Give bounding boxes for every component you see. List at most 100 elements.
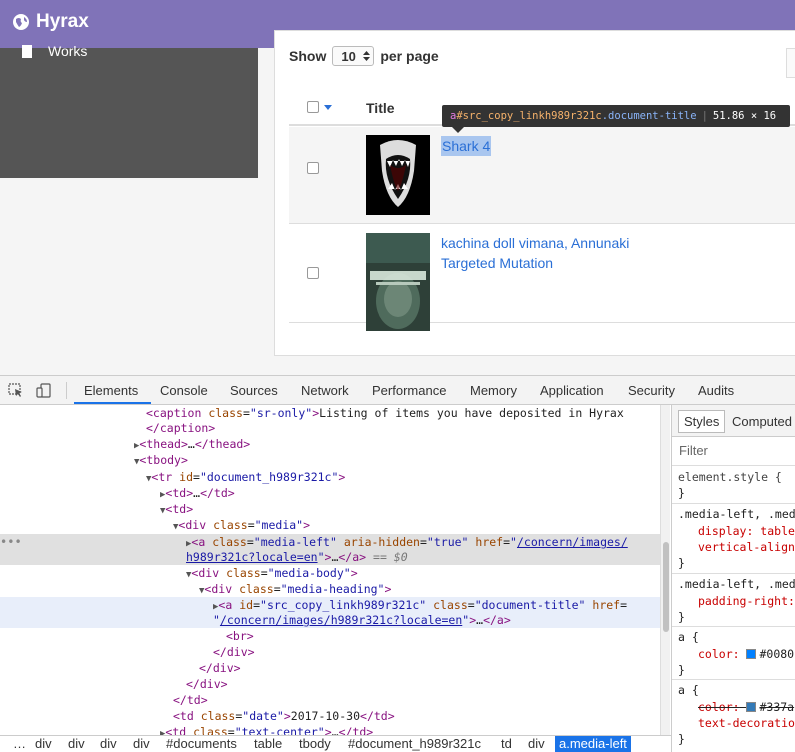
dom-node-line[interactable]: </caption> [0,420,660,436]
select-menu-caret-icon[interactable] [324,105,332,110]
breadcrumb-item[interactable]: tbody [299,736,331,752]
style-rule-selector[interactable]: element.style { [678,469,782,485]
style-rule-selector[interactable]: a { [678,682,699,698]
dom-node-line[interactable]: </td> [0,692,660,708]
tab-application[interactable]: Application [540,383,604,398]
style-property[interactable]: color: #0080 [698,646,794,662]
attr-value: "date" [242,709,284,723]
rule-divider [672,626,795,627]
dom-node-line[interactable]: </div> [0,676,660,692]
breadcrumb-item-active[interactable]: a.media-left [555,736,631,752]
dom-node-line[interactable]: ▼<tbody> [0,452,660,468]
dom-node-line[interactable]: ▶<td>…</td> [0,485,660,501]
per-page-value: 10 [341,48,356,64]
tooltip-class: .document-title [601,110,697,122]
breadcrumb-item[interactable]: td [501,736,512,752]
per-page-select[interactable]: 10 [332,46,375,66]
style-property[interactable]: vertical-align [698,539,795,555]
dom-node-line[interactable]: ▼<div class="media"> [0,517,660,533]
dom-node-line[interactable]: <caption class="sr-only">Listing of item… [0,405,660,421]
breadcrumb-item[interactable]: #documents [166,736,237,752]
dom-scrollbar-thumb[interactable] [663,542,669,632]
tab-network[interactable]: Network [301,383,349,398]
document-title-link[interactable]: Shark 4 [441,136,492,156]
color-swatch[interactable] [746,649,757,659]
tab-sources[interactable]: Sources [230,383,278,398]
dom-node-line[interactable]: ▶<td class="text-center">…</td> [0,724,660,735]
style-property[interactable]: padding-right: [698,593,795,609]
style-rule-selector[interactable]: .media-left, .med [678,506,795,522]
breadcrumb-item[interactable]: div [100,736,117,752]
dom-node-line-selected[interactable]: h989r321c?locale=en">…</a> == $0 [0,549,660,565]
row-checkbox[interactable] [307,162,319,174]
breadcrumb-item[interactable]: div [528,736,545,752]
breadcrumb-item[interactable]: div [68,736,85,752]
style-rule-brace: } [678,486,685,500]
color-swatch[interactable] [746,702,757,712]
style-property[interactable]: display: table [698,523,795,539]
tab-computed[interactable]: Computed [732,414,792,429]
sidebar-item-works[interactable]: Works [22,43,87,60]
breadcrumb-item[interactable]: table [254,736,282,752]
dom-node-line[interactable]: ▼<div class="media-heading"> [0,581,660,597]
tab-security[interactable]: Security [628,383,675,398]
stepper-arrows-icon [363,51,371,61]
dom-node-line[interactable]: ▼<td> [0,501,660,517]
attr-value: "true" [426,535,469,549]
breadcrumb-item[interactable]: #document_h989r321c [348,736,481,752]
tooltip-arrow [452,127,464,133]
style-rule-selector[interactable]: .media-left, .med [678,576,795,592]
row-checkbox[interactable] [307,267,319,279]
tab-performance[interactable]: Performance [372,383,446,398]
styles-filter-input[interactable]: Filter [679,443,708,458]
dom-node-line-hovered[interactable]: "/concern/images/h989r321c?locale=en">…<… [0,612,660,628]
breadcrumb-ellipsis[interactable]: … [13,736,26,752]
style-rule-brace: } [678,663,685,677]
sidebar-item-label: Works [48,43,88,59]
breadcrumb-item[interactable]: div [35,736,52,752]
style-rule-selector[interactable]: a { [678,629,699,645]
dom-node-line[interactable]: </div> [0,644,660,660]
rule-divider [672,573,795,574]
devtools-panel: Elements Console Sources Network Perform… [0,375,795,752]
document-icon [22,44,32,58]
attr-value: "media" [254,518,304,532]
dom-node-line[interactable]: ▼<div class="media-body"> [0,565,660,581]
dom-node-line-selected[interactable]: ▶<a class="media-left" aria-hidden="true… [0,534,660,550]
dom-node-line[interactable]: </div> [0,660,660,676]
devtools-tabbar: Elements Console Sources Network Perform… [0,376,795,405]
panel-scrollbar[interactable] [786,48,795,78]
style-rule-brace: } [678,556,685,570]
dom-node-line-hovered[interactable]: ▶<a id="src_copy_linkh989r321c" class="d… [0,597,660,613]
device-toolbar-icon[interactable] [36,383,52,398]
tab-console[interactable]: Console [160,383,208,398]
dom-node-line[interactable]: <td class="date">2017-10-30</td> [0,708,660,724]
tab-styles[interactable]: Styles [678,410,726,433]
dom-scrollbar[interactable] [660,405,670,735]
app-logo[interactable]: Hyrax [12,11,89,33]
attr-value: "media-left" [253,535,337,549]
active-tab-indicator [74,402,151,404]
dom-node-line[interactable]: ▼<tr id="document_h989r321c"> [0,469,660,485]
shark-thumbnail[interactable] [366,135,430,215]
dom-node-line[interactable]: ▶<thead>…</thead> [0,436,660,452]
select-all-checkbox[interactable] [307,101,319,113]
breadcrumb: … div div div div #documents table tbody… [0,735,671,752]
prophet-thumbnail[interactable] [366,233,430,331]
breadcrumb-item[interactable]: div [133,736,150,752]
attr-value: "document-title" [474,598,586,612]
node-actions-ellipsis[interactable]: ••• [0,535,22,549]
inspect-element-icon[interactable] [8,383,24,398]
dom-node-line[interactable]: <br> [0,628,660,644]
href-link[interactable]: h989r321c?locale=en [186,550,318,564]
style-property-overridden[interactable]: color: #337a [698,699,794,715]
column-header-title[interactable]: Title [366,100,395,116]
tab-elements[interactable]: Elements [84,383,138,398]
href-link[interactable]: /concern/images/h989r321c?locale=en [220,613,462,627]
style-property[interactable]: text-decoratio [698,715,795,731]
table-row: Shark 4 [289,127,795,224]
tab-audits[interactable]: Audits [698,383,734,398]
href-link[interactable]: /concern/images/ [517,535,628,549]
document-title-link[interactable]: kachina doll vimana, Annunaki Targeted M… [441,233,686,273]
tab-memory[interactable]: Memory [470,383,517,398]
